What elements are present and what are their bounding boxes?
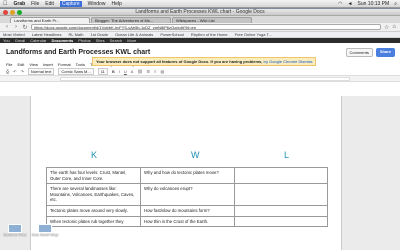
document-page[interactable]: K W L The earth has four levels: Crust, … [30, 96, 342, 250]
window-titlebar[interactable]: Landforms and Earth Processes KWL chart … [0, 9, 400, 16]
bulleted-list-icon[interactable]: ≡ [154, 69, 156, 74]
doc-menu-edit[interactable]: Edit [17, 62, 24, 67]
table-row: When tectonic plates rub together they H… [46, 215, 328, 228]
doc-menu-insert[interactable]: Insert [43, 62, 53, 67]
zoom-window-icon[interactable] [17, 10, 22, 15]
link-icon[interactable]: ⛓ [137, 69, 142, 74]
dismiss-link[interactable]: Dismiss [298, 59, 312, 64]
desktop-file-seaswell[interactable]: Sea Swell Map [30, 224, 60, 244]
warning-text: Your browser does not support all featur… [96, 59, 263, 64]
desktop-file-baldwin[interactable]: Baldwin Rise [0, 224, 30, 244]
tab-landforms[interactable]: Landforms and Earth Pr... [10, 17, 90, 23]
doc-menu-tools[interactable]: Tools [76, 62, 85, 67]
menubar-clock[interactable]: Sun 10:13 PM [358, 1, 390, 7]
browser-warning-banner: Your browser does not support all featur… [92, 57, 317, 66]
underline-icon[interactable]: U [124, 69, 127, 74]
table-cell[interactable] [234, 204, 328, 217]
browser-window: Landforms and Earth Processes KWL chart … [0, 9, 400, 250]
document-canvas: K W L The earth has four levels: Crust, … [0, 96, 400, 250]
close-window-icon[interactable] [3, 10, 8, 15]
menu-window[interactable]: Window [88, 1, 106, 7]
menu-capture[interactable]: Capture [59, 0, 82, 7]
italic-icon[interactable]: I [119, 69, 120, 74]
bold-icon[interactable]: B [112, 69, 115, 74]
reload-icon[interactable]: ↻ [22, 24, 28, 31]
doc-menu: File Edit View Insert Format Tools Table… [0, 57, 400, 68]
bookmark-item[interactable]: Rhythm of the Home [191, 32, 228, 37]
kwl-header-w: W [191, 150, 200, 160]
numbered-list-icon[interactable]: ☰ [147, 69, 151, 74]
comments-button[interactable]: Comments [345, 48, 373, 57]
menu-file[interactable]: File [31, 1, 39, 7]
window-controls [3, 10, 22, 15]
kwl-table: The earth has four levels: Crust, Mantel… [46, 166, 328, 228]
bookmark-item[interactable]: RL Math [69, 32, 84, 37]
table-row: Tectonic plates move around very slowly.… [46, 204, 328, 217]
doc-menu-view[interactable]: View [29, 62, 38, 67]
document-title[interactable]: Landforms and Earth Processes KWL chart [6, 49, 150, 56]
kwl-header-k: K [91, 150, 98, 160]
table-cell[interactable]: How fast/slow do mountains form? [140, 204, 235, 217]
bookmark-item[interactable]: 1st Grade [90, 32, 108, 37]
share-button[interactable]: Share [375, 48, 395, 57]
table-cell[interactable]: How thin is the Crust of the Earth. [140, 215, 235, 228]
table-cell[interactable] [234, 166, 328, 185]
text-color-icon[interactable]: A [131, 69, 134, 74]
table-row: The earth has four levels: Crust, Mantel… [46, 166, 328, 185]
tab-bar: Landforms and Earth Pr... Blogger: The A… [0, 16, 400, 23]
format-toolbar: ⎙ ↶ ↷ Normal text Comic Sans M... 11 B I… [0, 68, 400, 76]
menu-help[interactable]: Help [111, 1, 121, 7]
style-select[interactable]: Normal text [27, 68, 55, 75]
table-row: There are several landmasses like: Mount… [46, 183, 328, 206]
print-icon[interactable]: ⎙ [6, 69, 9, 74]
desktop-file-label: Sea Swell Map [31, 232, 59, 237]
doc-menu-file[interactable]: File [6, 62, 12, 67]
try-chrome-link[interactable]: try Google Chrome [264, 59, 298, 64]
font-size-select[interactable]: 11 [97, 68, 108, 75]
bookmark-item[interactable]: Latest Headlines [32, 32, 62, 37]
table-cell[interactable]: The earth has four levels: Crust, Mantel… [46, 166, 141, 185]
kwl-header-l: L [284, 150, 290, 160]
redo-icon[interactable]: ↷ [21, 69, 24, 74]
ruler-track [60, 77, 350, 81]
table-cell[interactable]: Tectonic plates move around very slowly. [46, 204, 141, 217]
doc-actions: Comments Share [345, 48, 395, 57]
table-cell[interactable] [234, 183, 328, 206]
desktop-file-label: Baldwin Rise [3, 232, 27, 237]
status-area: ◠ ◄ Sun 10:13 PM ⌕ [338, 1, 397, 7]
bookmark-item[interactable]: Free Online Yoga T... [235, 32, 272, 37]
undo-icon[interactable]: ↶ [13, 69, 16, 74]
doc-menu-format[interactable]: Format [58, 62, 71, 67]
bookmark-item[interactable]: PowerSchool [160, 32, 184, 37]
apple-icon[interactable]:  [3, 1, 8, 7]
table-cell[interactable]: When tectonic plates rub together they [46, 215, 141, 228]
minimize-window-icon[interactable] [10, 10, 15, 15]
menu-app[interactable]: Grab [14, 1, 26, 7]
table-cell[interactable]: There are several landmasses like: Mount… [46, 183, 141, 206]
window-title: Landforms and Earth Processes KWL chart … [135, 9, 265, 15]
font-select[interactable]: Comic Sans M... [58, 68, 94, 75]
home-icon[interactable]: ⌂ [392, 24, 396, 30]
ruler[interactable] [0, 76, 400, 82]
bookmark-item[interactable]: Ocean Life & Animals [115, 32, 153, 37]
forward-icon[interactable]: › [13, 24, 19, 30]
menu-edit[interactable]: Edit [45, 1, 54, 7]
table-cell[interactable] [234, 215, 328, 228]
bookmark-item[interactable]: Most Visited [3, 32, 25, 37]
address-bar[interactable]: https://docs.google.com/document/d/1Vqbb… [31, 24, 381, 30]
spotlight-icon[interactable]: ⌕ [394, 1, 397, 7]
mac-menubar:  Grab File Edit Capture Window Help ◠ ◄… [0, 0, 400, 8]
align-left-icon[interactable]: ▤ [160, 69, 164, 74]
browser-toolbar: ‹ › ↻ https://docs.google.com/document/d… [0, 23, 400, 32]
kwl-headers: K W L [31, 150, 343, 162]
wifi-icon[interactable]: ◠ [338, 1, 342, 7]
tab-blogger[interactable]: Blogger: The Adventures of Ms... [91, 17, 171, 23]
bookmark-star-icon[interactable]: ☆ [384, 24, 389, 31]
table-cell[interactable]: Why do volcanoes erupt? [140, 183, 235, 206]
tab-wikispaces[interactable]: Wikispaces - Wiki List [172, 17, 252, 23]
back-icon[interactable]: ‹ [4, 24, 10, 30]
volume-icon[interactable]: ◄ [348, 1, 353, 7]
table-cell[interactable]: Why and how do tectonic plates move? [140, 166, 235, 185]
